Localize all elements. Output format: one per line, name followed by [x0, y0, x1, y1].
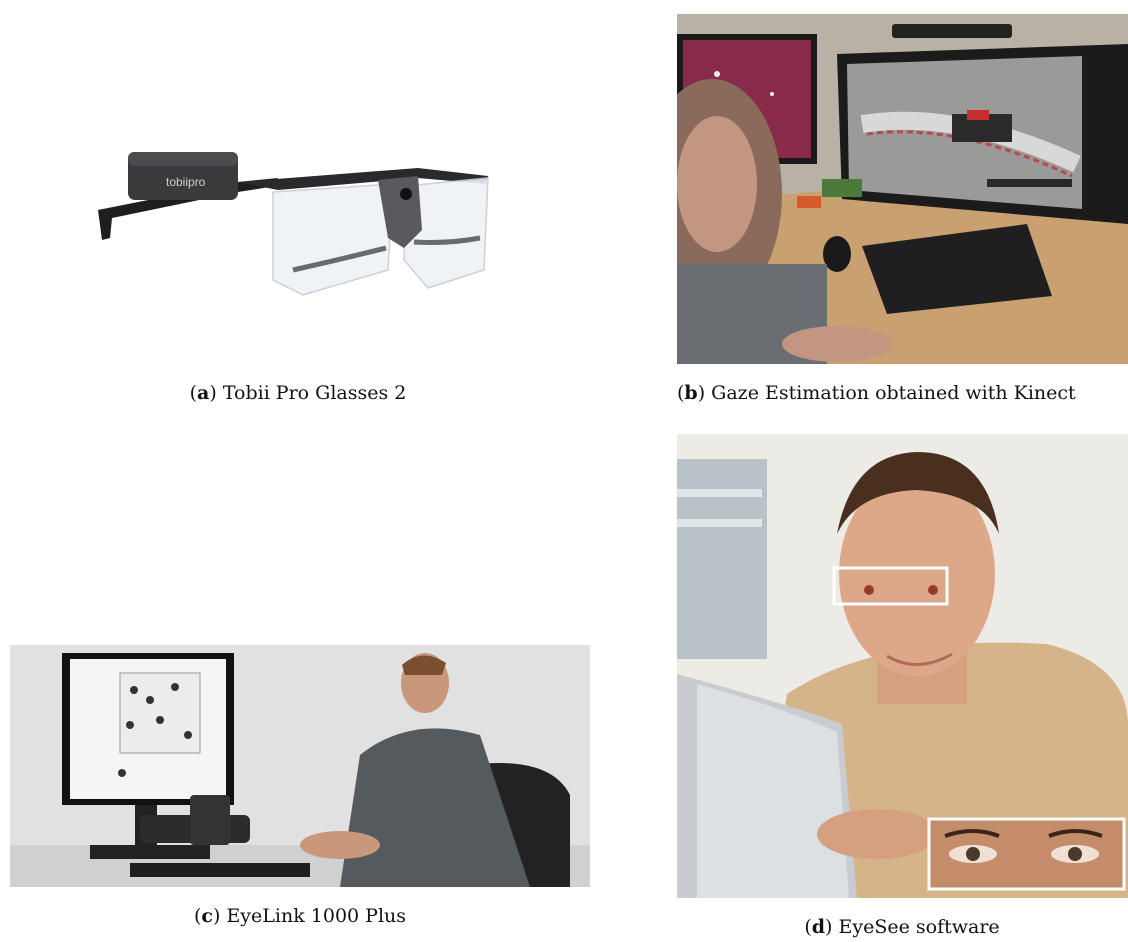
caption-d-label: d	[811, 916, 826, 938]
caption-a-label: a	[197, 382, 210, 404]
caption-a-text: Tobii Pro Glasses 2	[222, 382, 407, 404]
caption-c-label: c	[201, 905, 213, 927]
eyelink-photo	[10, 645, 590, 887]
tobii-brand-text: tobiipro	[166, 175, 206, 189]
caption-d-text: EyeSee software	[838, 916, 1000, 938]
panel-b-image	[677, 14, 1128, 364]
panel-c-image	[10, 645, 590, 887]
caption-d: (d) EyeSee software	[804, 916, 1000, 938]
caption-c-text: EyeLink 1000 Plus	[226, 905, 407, 927]
tobii-glasses-illustration: tobiipro	[98, 152, 489, 296]
panel-d-image	[677, 434, 1128, 898]
eyesee-photo	[677, 434, 1128, 898]
panel-a-image: tobiipro	[88, 120, 508, 310]
caption-c: (c) EyeLink 1000 Plus	[193, 905, 407, 927]
caption-b-label: b	[684, 382, 698, 404]
caption-b-text: Gaze Estimation obtained with Kinect	[711, 382, 1076, 404]
caption-a: (a) Tobii Pro Glasses 2	[189, 382, 407, 404]
caption-b: (b) Gaze Estimation obtained with Kinect	[677, 382, 1076, 404]
kinect-gaze-photo	[677, 14, 1128, 364]
